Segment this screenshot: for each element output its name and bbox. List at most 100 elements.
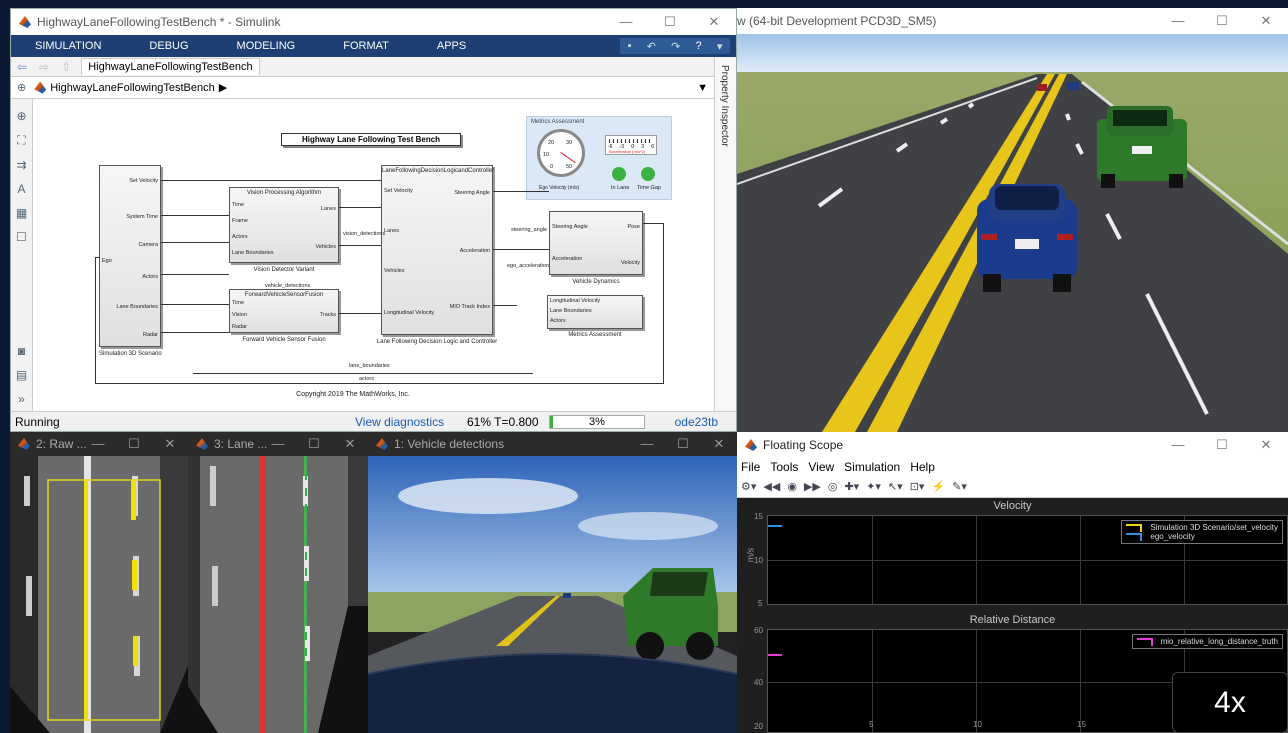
edit-icon[interactable]: ✎▾	[952, 480, 967, 493]
forward-arrow-icon[interactable]: ⇨	[33, 60, 55, 74]
maximize-icon[interactable]: ☐	[665, 432, 701, 458]
annotation-icon[interactable]: A	[11, 182, 32, 196]
model-tab[interactable]: HighwayLaneFollowingTestBench	[81, 58, 260, 75]
breadcrumb-model[interactable]: HighwayLaneFollowingTestBench	[50, 82, 214, 94]
maximize-icon[interactable]: ☐	[116, 432, 152, 458]
menu-view[interactable]: View	[808, 460, 834, 474]
gauge-tick: 30	[566, 140, 573, 146]
vehicle-detections-window: 1: Vehicle detections — ☐ ✕	[368, 432, 737, 733]
raw-birdseye-image	[10, 456, 188, 733]
decision-logic-controller-block[interactable]: LaneFollowingDecisionLogicandController …	[381, 165, 494, 335]
maximize-icon[interactable]: ☐	[1200, 432, 1244, 458]
distance-legend[interactable]: mio_relative_long_distance_truth	[1131, 634, 1283, 649]
hide-explorer-icon[interactable]: ⊕	[11, 81, 32, 94]
gauge-needle	[560, 152, 576, 164]
maximize-icon[interactable]: ☐	[648, 9, 692, 35]
tab-modeling[interactable]: MODELING	[213, 40, 320, 52]
tab-apps[interactable]: APPS	[413, 40, 490, 52]
area-icon[interactable]: ☐	[11, 230, 32, 244]
wire	[95, 257, 99, 258]
signal-label: ego_acceleration	[507, 263, 549, 269]
chevron-down-icon[interactable]: ▾	[717, 40, 723, 53]
tab-format[interactable]: FORMAT	[319, 40, 413, 52]
menu-file[interactable]: File	[741, 460, 760, 474]
ego-velocity-trace	[768, 525, 782, 527]
acceleration-gauge: -6 -3 0 3 6 Acceleration (m/s^2)	[605, 135, 657, 155]
port-acceleration: Acceleration	[459, 248, 490, 254]
property-inspector-tab[interactable]: Property Inspector	[714, 57, 736, 411]
velocity-legend[interactable]: Simulation 3D Scenario/set_velocity ego_…	[1121, 520, 1283, 544]
port-set-velocity: Set Velocity	[384, 188, 413, 194]
view-diagnostics-link[interactable]: View diagnostics	[355, 415, 467, 429]
metrics-assessment-block[interactable]: Longitudinal Velocity Lane Boundaries Ac…	[547, 295, 643, 329]
vision-block-caption: Vision Detector Variant	[253, 267, 315, 273]
maximize-icon[interactable]: ☐	[1200, 8, 1244, 34]
gridline	[976, 630, 977, 732]
distant-car	[1067, 82, 1079, 90]
minimize-icon[interactable]: —	[629, 432, 665, 458]
minimize-icon[interactable]: —	[260, 432, 296, 458]
close-icon[interactable]: ✕	[152, 432, 188, 458]
port-camera: Camera	[138, 242, 158, 248]
tab-simulation[interactable]: SIMULATION	[11, 40, 125, 52]
sensor-fusion-block[interactable]: ForwardVehicleSensorFusion Time Vision R…	[229, 289, 339, 333]
fit-to-view-icon[interactable]: ⛶	[11, 133, 32, 148]
playback-speed-badge: 4x	[1172, 672, 1288, 733]
step-back-icon[interactable]: ◀◀	[763, 480, 780, 493]
cursor-icon[interactable]: ↖▾	[888, 480, 903, 493]
redo-icon[interactable]: ↷	[671, 40, 680, 53]
minimize-icon[interactable]: —	[1156, 8, 1200, 34]
undo-icon[interactable]: ↶	[647, 40, 656, 53]
maximize-icon[interactable]: ☐	[296, 432, 332, 458]
settings-icon[interactable]: ⚙▾	[741, 480, 756, 493]
blue-car	[977, 184, 1077, 292]
save-icon[interactable]: ▪	[628, 40, 632, 52]
menu-help[interactable]: Help	[910, 460, 935, 474]
wire	[161, 332, 229, 333]
menu-tools[interactable]: Tools	[770, 460, 798, 474]
arrow-right-icon[interactable]: ⇉	[11, 158, 32, 172]
velocity-axes[interactable]: Simulation 3D Scenario/set_velocity ego_…	[767, 515, 1288, 605]
breadcrumb-chevron-icon[interactable]: ▶	[219, 81, 227, 94]
stop-icon[interactable]: ◎	[828, 480, 838, 493]
help-icon[interactable]: ?	[696, 40, 702, 52]
port-ego: Ego	[102, 258, 112, 264]
step-forward-icon[interactable]: ▶▶	[804, 480, 821, 493]
collapse-icon[interactable]: »	[11, 392, 32, 406]
highway-scene[interactable]	[737, 34, 1288, 432]
zoom-icon[interactable]: ⊡▾	[910, 480, 925, 493]
highlight-icon[interactable]: ✦▾	[866, 480, 881, 493]
wire	[339, 207, 381, 208]
triggers-icon[interactable]: ⚡	[931, 480, 945, 493]
scenario-block-caption: Simulation 3D Scenario	[99, 351, 162, 357]
vehicle-dynamics-block[interactable]: Steering Angle Acceleration Pose Velocit…	[549, 211, 643, 275]
menu-simulation[interactable]: Simulation	[844, 460, 900, 474]
breadcrumb-dropdown-icon[interactable]: ▼	[697, 82, 708, 94]
metrics-title: Metrics Assessment	[531, 119, 585, 125]
zoom-icon[interactable]: ⊕	[11, 109, 32, 123]
properties-icon[interactable]: ▤	[11, 368, 32, 382]
camera-icon[interactable]: ◙	[11, 344, 32, 358]
model-canvas[interactable]: Highway Lane Following Test Bench Metric…	[33, 99, 714, 411]
back-arrow-icon[interactable]: ⇦	[11, 60, 33, 74]
minimize-icon[interactable]: —	[1156, 432, 1200, 458]
tab-debug[interactable]: DEBUG	[125, 40, 212, 52]
lane-titlebar: 3: Lane ... — ☐ ✕	[188, 432, 368, 456]
simulation-3d-scenario-block[interactable]: Set Velocity System Time Camera Ego Acto…	[99, 165, 161, 347]
property-inspector-label: Property Inspector	[719, 65, 730, 147]
close-icon[interactable]: ✕	[692, 9, 736, 35]
wire	[161, 180, 381, 181]
signal-selector-icon[interactable]: ✚▾	[844, 480, 859, 493]
image-icon[interactable]: ▦	[11, 206, 32, 220]
up-arrow-icon[interactable]: ⇧	[55, 60, 77, 74]
vision-detector-block[interactable]: Vision Processing Algorithm Time Frame A…	[229, 187, 339, 263]
close-icon[interactable]: ✕	[1244, 432, 1288, 458]
close-icon[interactable]: ✕	[332, 432, 368, 458]
y-axis-label: m/s	[745, 547, 756, 563]
minimize-icon[interactable]: —	[604, 9, 648, 35]
run-icon[interactable]: ◉	[787, 480, 797, 493]
solver-link[interactable]: ode23tb	[675, 415, 718, 429]
close-icon[interactable]: ✕	[701, 432, 737, 458]
close-icon[interactable]: ✕	[1244, 8, 1288, 34]
minimize-icon[interactable]: —	[80, 432, 116, 458]
